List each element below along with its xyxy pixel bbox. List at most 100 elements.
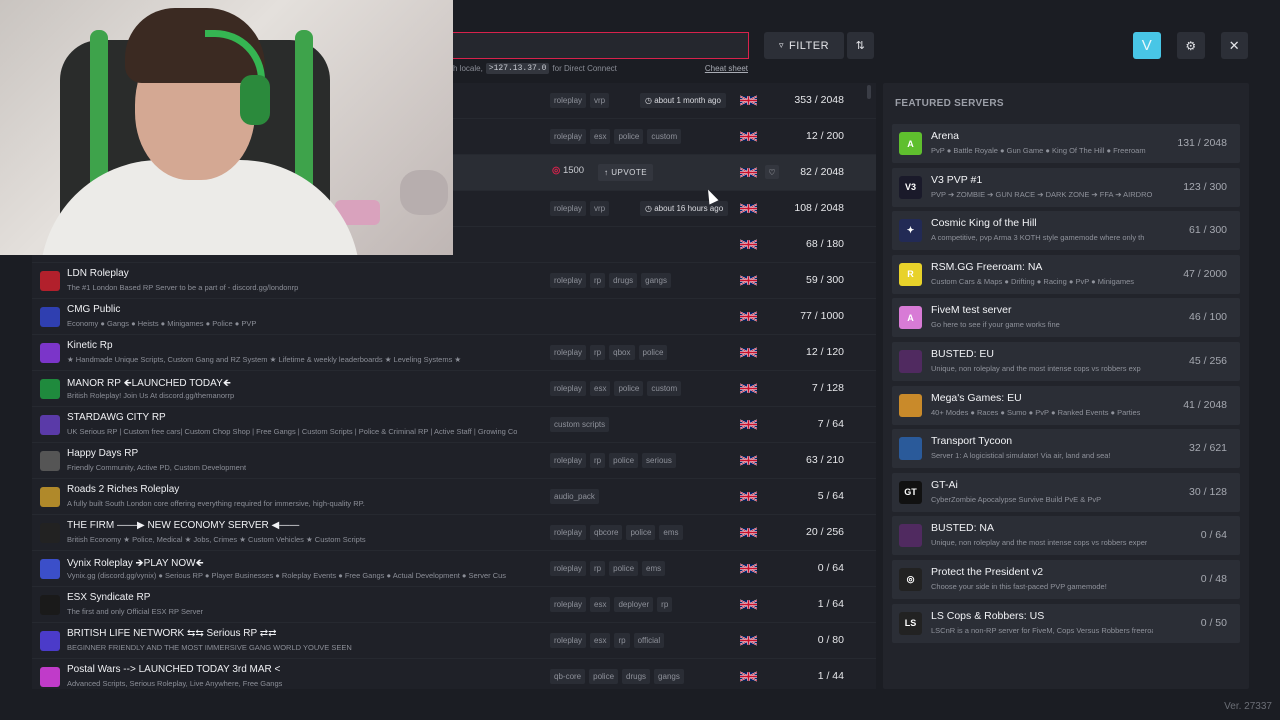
webcam-overlay — [0, 0, 453, 255]
uk-flag-icon — [740, 599, 757, 610]
tag: police — [638, 345, 668, 360]
tag: rp — [590, 273, 606, 288]
tag: esx — [590, 381, 611, 396]
featured-server-card[interactable]: A Arena PvP ● Battle Royale ● Gun Game ● K… — [892, 124, 1240, 163]
v-logo-icon: V — [1141, 37, 1153, 54]
tag: rp — [657, 597, 673, 612]
player-count: 108 / 2048 — [794, 202, 844, 214]
server-icon — [40, 343, 60, 363]
server-tags: roleplay esx rp official — [550, 633, 665, 648]
server-icon — [40, 307, 60, 327]
server-icon — [40, 415, 60, 435]
featured-player-count: 45 / 256 — [1189, 355, 1227, 367]
upvote-label: UPVOTE — [611, 168, 648, 177]
server-icon — [40, 271, 60, 291]
server-row[interactable]: STARDAWG CITY RP UK Serious RP | Custom f… — [32, 407, 876, 443]
featured-server-card[interactable]: R RSM.GG Freeroam: NA Custom Cars & Maps ●… — [892, 254, 1240, 294]
profile-button[interactable]: V — [1133, 32, 1161, 59]
featured-server-icon: R — [899, 262, 922, 286]
featured-server-icon: V3 — [899, 175, 922, 199]
settings-button[interactable]: ⚙ — [1177, 32, 1205, 59]
gear-icon: ⚙ — [1185, 38, 1197, 53]
featured-server-icon: LS — [899, 611, 922, 635]
featured-player-count: 46 / 100 — [1189, 311, 1227, 324]
tag: roleplay — [550, 633, 587, 648]
hint-code: >127.13.37.0 — [485, 63, 550, 74]
server-description: British Roleplay! Join Us At discord.gg/… — [67, 391, 235, 400]
server-row[interactable]: LDN Roleplay The #1 London Based RP Serve… — [32, 263, 876, 299]
tag: audio_pack — [550, 489, 599, 504]
featured-server-card[interactable]: A FiveM test server Go here to see if your… — [892, 298, 1240, 338]
server-row[interactable]: Postal Wars --> LAUNCHED TODAY 3rd MAR <… — [32, 659, 876, 689]
featured-server-card[interactable]: BUSTED: NA Unique, non roleplay and the m… — [892, 516, 1240, 556]
tag: drugs — [609, 273, 638, 288]
featured-server-description: Custom Cars & Maps ● Drifting ● Racing ●… — [931, 276, 1135, 286]
featured-server-card[interactable]: BUSTED: EU Unique, non roleplay and the m… — [892, 342, 1240, 381]
featured-server-card[interactable]: LS LS Cops & Robbers: US LSCnR is a non-RP… — [892, 603, 1240, 643]
filter-icon: ▿ — [778, 40, 784, 50]
player-count: 59 / 300 — [806, 274, 844, 286]
uk-flag-icon — [740, 131, 757, 142]
server-row[interactable]: CMG Public Economy ● Gangs ● Heists ● Min… — [32, 299, 876, 335]
tag: police — [626, 525, 656, 540]
featured-server-card[interactable]: GT GT-Ai CyberZombie Apocalypse Survive Bu… — [892, 472, 1240, 512]
server-row[interactable]: Kinetic Rp ★ Handmade Unique Scripts, Cus… — [32, 335, 876, 371]
tag: roleplay — [550, 561, 587, 576]
featured-server-description: A competitive, pvp Arma 3 KOTH style gam… — [931, 233, 1145, 243]
server-row[interactable]: MANOR RP 🡸LAUNCHED TODAY🡸 British Rolepla… — [32, 371, 876, 407]
uk-flag-icon — [740, 347, 757, 358]
server-tags: roleplay vrp — [550, 93, 610, 108]
featured-server-card[interactable]: Mega's Games: EU 40+ Modes ● Races ● Sumo… — [892, 385, 1240, 425]
tag: esx — [590, 129, 611, 144]
tag: roleplay — [550, 453, 587, 468]
featured-server-description: Unique, non roleplay and the most intens… — [931, 364, 1141, 373]
player-count: 0 / 64 — [817, 562, 844, 574]
player-count: 12 / 120 — [806, 346, 844, 358]
uk-flag-icon — [740, 563, 757, 574]
favorite-heart-icon[interactable]: ♡ — [765, 165, 779, 179]
filter-button[interactable]: ▿ FILTER — [764, 32, 844, 59]
tag: roleplay — [550, 597, 587, 612]
server-icon — [40, 487, 60, 507]
uk-flag-icon — [740, 419, 757, 430]
server-tags: roleplay rp police ems — [550, 561, 666, 576]
uk-flag-icon — [740, 635, 757, 646]
featured-player-count: 61 / 300 — [1189, 224, 1227, 237]
tag: roleplay — [550, 381, 587, 396]
server-row[interactable]: Vynix Roleplay 🡺PLAY NOW🡸 Vynix.gg (disco… — [32, 551, 876, 587]
featured-server-card[interactable]: Transport Tycoon Server 1: A logicistical… — [892, 429, 1240, 469]
server-row[interactable]: BRITISH LIFE NETWORK ⇆⇆ Serious RP ⇄⇄ BEG… — [32, 623, 876, 659]
tag: serious — [642, 453, 676, 468]
search-input[interactable] — [453, 32, 749, 59]
featured-player-count: 0 / 64 — [1200, 529, 1227, 542]
tag: ems — [659, 525, 683, 540]
player-count: 353 / 2048 — [794, 94, 844, 106]
featured-server-description: PvP ● Battle Royale ● Gun Game ● King Of… — [931, 146, 1146, 155]
close-button[interactable]: ✕ — [1221, 32, 1248, 59]
featured-server-card[interactable]: V3 V3 PVP #1 PVP ➔ ZOMBIE ➔ GUN RACE ➔ DAR… — [892, 167, 1240, 207]
server-name: Happy Days RP — [67, 448, 139, 459]
clock-icon: ◷ — [645, 96, 655, 105]
upvote-button[interactable]: ↑ UPVOTE — [598, 164, 654, 181]
cheat-sheet-link[interactable]: Cheat sheet — [705, 64, 748, 73]
player-count: 68 / 180 — [806, 238, 844, 250]
sort-button[interactable]: ⇅ — [847, 32, 874, 59]
featured-server-name: Protect the President v2 — [931, 566, 1044, 578]
last-seen-badge: ◷ about 1 month ago — [640, 93, 726, 108]
featured-server-name: LS Cops & Robbers: US — [931, 609, 1045, 622]
server-row[interactable]: Roads 2 Riches Roleplay A fully built Sou… — [32, 479, 876, 515]
featured-player-count: 131 / 2048 — [1177, 137, 1227, 149]
featured-server-name: Arena — [931, 130, 960, 142]
player-count: 5 / 64 — [817, 490, 844, 502]
server-row[interactable]: ESX Syndicate RP The first and only Offic… — [32, 587, 876, 623]
server-icon — [40, 451, 60, 471]
uk-flag-icon — [740, 275, 757, 286]
server-row[interactable]: THE FIRM ——▶ NEW ECONOMY SERVER ◀—— Briti… — [32, 515, 876, 551]
server-name: Postal Wars --> LAUNCHED TODAY 3rd MAR < — [67, 664, 281, 675]
featured-server-card[interactable]: ◎ Protect the President v2 Choose your sid… — [892, 560, 1240, 599]
featured-server-card[interactable]: ✦ Cosmic King of the Hill A competitive, p… — [892, 211, 1240, 251]
tag: drugs — [622, 669, 651, 684]
featured-player-count: 0 / 48 — [1200, 573, 1227, 585]
server-row[interactable]: Happy Days RP Friendly Community, Active … — [32, 443, 876, 479]
tag: qb-core — [550, 669, 586, 684]
